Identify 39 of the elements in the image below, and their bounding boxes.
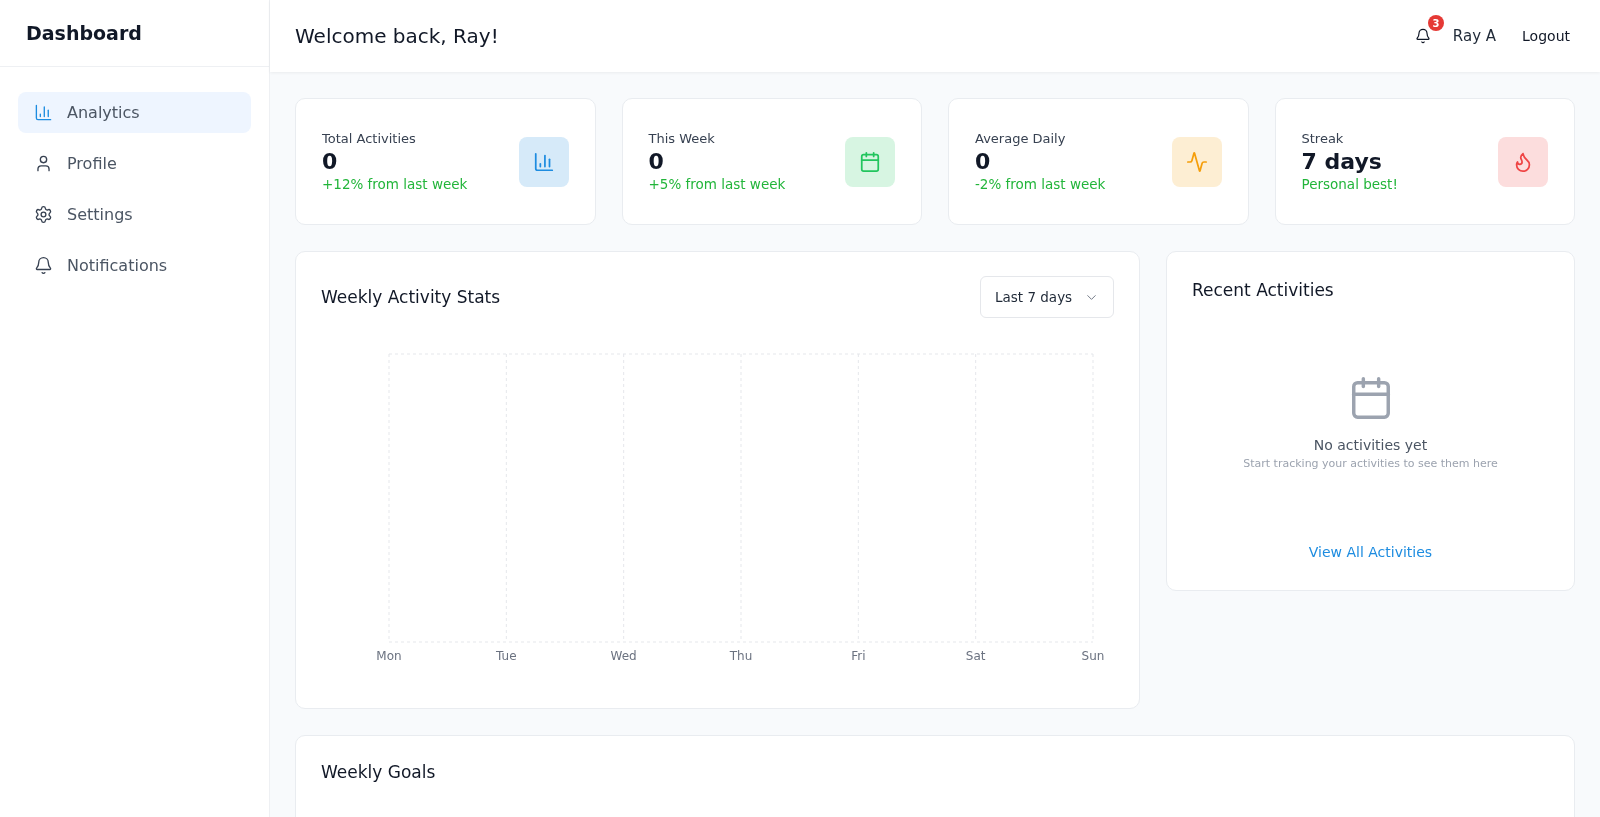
bar-chart-icon — [34, 103, 53, 122]
axis-label: Mon — [376, 649, 402, 663]
empty-state-hint: Start tracking your activities to see them here — [1243, 456, 1498, 470]
stat-label: This Week — [648, 131, 716, 146]
view-all-link[interactable]: View All Activities — [1308, 544, 1433, 560]
axis-label: Sun — [1081, 649, 1105, 663]
notification-badge: 3 — [1427, 15, 1444, 31]
logout-button[interactable]: Logout — [1518, 24, 1574, 48]
sidebar-item[interactable]: Profile — [18, 143, 251, 184]
app-title: Dashboard — [26, 22, 142, 44]
recent-activities-title: Recent Activities — [1192, 280, 1335, 300]
stat-label: Total Activities — [322, 131, 417, 146]
sidebar-item[interactable]: Notifications — [18, 245, 251, 286]
stat-value: 7 days — [1301, 149, 1383, 174]
stat-change: +5% from last week — [648, 176, 786, 192]
stat-change: Personal best! — [1301, 176, 1398, 192]
axis-label: Wed — [610, 649, 637, 663]
chart-title: Weekly Activity Stats — [321, 287, 501, 307]
stat-value: 0 — [322, 149, 339, 174]
stat-label: Streak — [1301, 131, 1345, 146]
stat-change: +12% from last week — [322, 176, 468, 192]
stat-label: Average Daily — [975, 131, 1067, 146]
sidebar-item[interactable]: Settings — [18, 194, 251, 235]
empty-state-title: No activities yet — [1313, 436, 1428, 453]
goals-title: Weekly Goals — [321, 762, 437, 782]
user-name: Ray A — [1452, 27, 1497, 45]
axis-label: Sat — [965, 649, 986, 663]
axis-label: Fri — [851, 649, 866, 663]
bell-icon — [34, 256, 53, 275]
axis-label: Tue — [496, 649, 517, 663]
axis-label: Thu — [729, 649, 753, 663]
stat-change: -2% from last week — [975, 176, 1106, 192]
stat-value: 0 — [648, 149, 665, 174]
range-dropdown[interactable]: Last 7 days — [980, 276, 1114, 318]
user-icon — [34, 154, 53, 173]
stat-value: 0 — [975, 149, 992, 174]
sidebar-item[interactable]: Analytics — [18, 92, 251, 133]
welcome-heading: Welcome back, Ray! — [295, 24, 500, 48]
gear-icon — [34, 205, 53, 224]
